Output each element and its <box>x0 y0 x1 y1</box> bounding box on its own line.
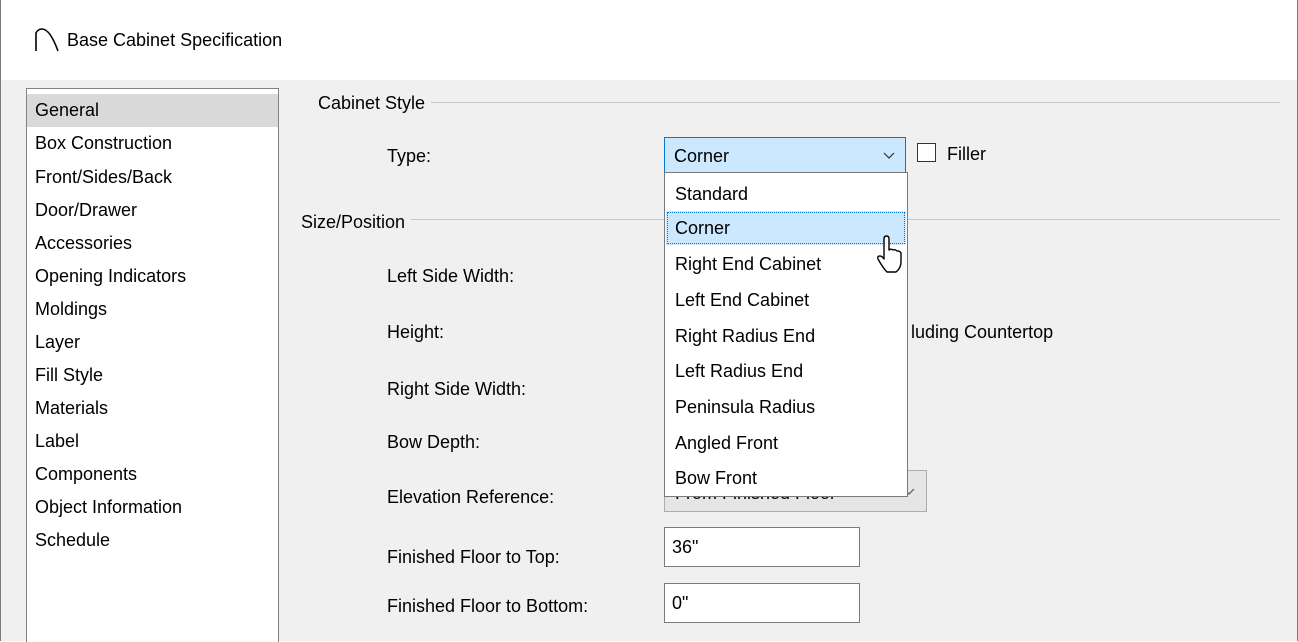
dropdown-option-peninsula-radius[interactable]: Peninsula Radius <box>666 390 906 424</box>
right-side-width-label: Right Side Width: <box>387 379 527 399</box>
finished-floor-to-top-label: Finished Floor to Top: <box>387 547 560 567</box>
dropdown-option-bow-front[interactable]: Bow Front <box>666 461 906 495</box>
cabinet-arc-icon <box>35 28 59 52</box>
dropdown-option-left-radius-end[interactable]: Left Radius End <box>666 354 906 388</box>
height-suffix-text: luding Countertop <box>911 322 1054 342</box>
cabinet-style-group-line <box>318 102 1280 103</box>
nav-item-label[interactable]: Label <box>27 425 278 458</box>
left-side-width-label: Left Side Width: <box>387 266 515 286</box>
height-label: Height: <box>387 322 445 342</box>
bow-depth-label: Bow Depth: <box>387 432 481 452</box>
nav-item-box-construction[interactable]: Box Construction <box>27 127 278 160</box>
type-label: Type: <box>387 146 432 166</box>
nav-item-fill-style[interactable]: Fill Style <box>27 359 278 392</box>
type-select-value: Corner <box>674 146 730 166</box>
nav-item-layer[interactable]: Layer <box>27 326 278 359</box>
title-bar: Base Cabinet Specification <box>1 0 1297 80</box>
dropdown-option-standard[interactable]: Standard <box>666 177 906 211</box>
chevron-down-icon <box>883 152 895 159</box>
nav-item-general[interactable]: General <box>27 94 278 127</box>
finished-floor-to-top-input[interactable]: 36" <box>664 527 860 567</box>
dropdown-option-right-end-cabinet[interactable]: Right End Cabinet <box>666 247 906 281</box>
nav-item-door-drawer[interactable]: Door/Drawer <box>27 194 278 227</box>
elevation-reference-label: Elevation Reference: <box>387 487 555 507</box>
dropdown-option-angled-front[interactable]: Angled Front <box>666 426 906 460</box>
type-dropdown-list[interactable]: Standard Corner Right End Cabinet Left E… <box>664 172 908 497</box>
finished-floor-to-bottom-label: Finished Floor to Bottom: <box>387 596 589 616</box>
finished-floor-to-bottom-input[interactable]: 0" <box>664 583 860 623</box>
nav-item-front-sides-back[interactable]: Front/Sides/Back <box>27 161 278 194</box>
category-list[interactable]: General Box Construction Front/Sides/Bac… <box>26 88 279 642</box>
nav-item-schedule[interactable]: Schedule <box>27 524 278 557</box>
nav-item-accessories[interactable]: Accessories <box>27 227 278 260</box>
nav-item-moldings[interactable]: Moldings <box>27 293 278 326</box>
dropdown-option-corner[interactable]: Corner <box>666 211 906 245</box>
dropdown-option-right-radius-end[interactable]: Right Radius End <box>666 319 906 353</box>
base-cabinet-specification-dialog: Base Cabinet Specification General Box C… <box>0 0 1298 642</box>
window-title: Base Cabinet Specification <box>67 30 283 50</box>
nav-item-materials[interactable]: Materials <box>27 392 278 425</box>
size-position-group-label: Size/Position <box>301 211 412 233</box>
nav-item-opening-indicators[interactable]: Opening Indicators <box>27 260 278 293</box>
dropdown-option-left-end-cabinet[interactable]: Left End Cabinet <box>666 283 906 317</box>
mouse-cursor-icon <box>877 235 902 273</box>
cabinet-style-group-label: Cabinet Style <box>318 92 432 114</box>
nav-item-object-information[interactable]: Object Information <box>27 491 278 524</box>
type-select[interactable]: Corner <box>664 137 906 173</box>
nav-item-components[interactable]: Components <box>27 458 278 491</box>
filler-label: Filler <box>947 144 986 164</box>
filler-checkbox[interactable] <box>917 143 936 162</box>
